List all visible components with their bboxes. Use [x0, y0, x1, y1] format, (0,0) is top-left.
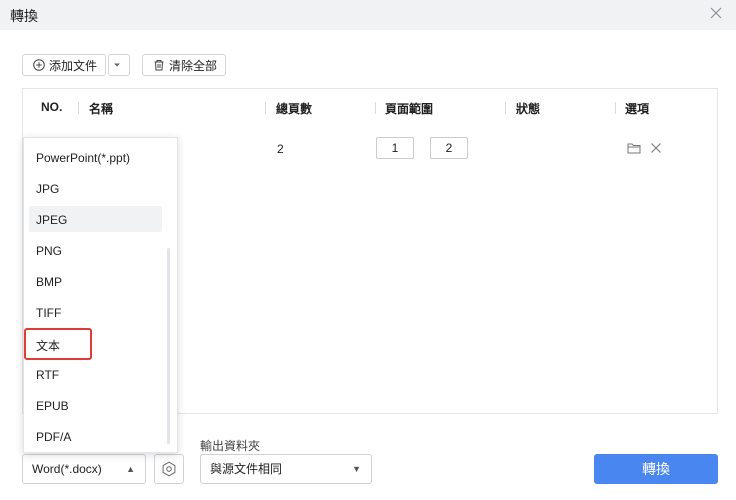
folder-icon[interactable] — [627, 142, 641, 154]
convert-button[interactable]: 轉換 — [594, 454, 718, 484]
convert-dialog: 轉換 添加文件 清除全部 NO. 名稱 總頁數 頁面範圍 狀態 選項 2 1 2… — [0, 0, 736, 500]
header-separator — [78, 102, 79, 114]
header-separator — [505, 102, 506, 114]
format-select[interactable]: Word(*.docx) ▲ — [22, 454, 146, 484]
output-folder-label: 輸出資料夾 — [200, 439, 261, 453]
format-option[interactable]: TIFF — [36, 306, 61, 320]
format-option[interactable]: PowerPoint(*.ppt) — [36, 151, 130, 165]
output-folder-select[interactable]: 與源文件相同 ▼ — [200, 454, 372, 484]
format-option[interactable]: 文本 — [36, 337, 60, 354]
add-circle-icon — [33, 59, 45, 71]
caret-up-icon: ▲ — [126, 464, 135, 474]
clear-all-label: 清除全部 — [169, 58, 218, 73]
output-folder-value: 與源文件相同 — [210, 462, 283, 476]
header-no: NO. — [41, 100, 63, 114]
format-settings-button[interactable] — [154, 454, 184, 484]
header-total-pages: 總頁數 — [276, 102, 313, 116]
gear-icon — [162, 461, 176, 477]
header-separator — [375, 102, 376, 114]
header-page-range: 頁面範圍 — [385, 102, 434, 116]
caret-down-icon — [114, 63, 120, 67]
format-option[interactable]: JPG — [36, 182, 59, 196]
trash-icon — [154, 60, 164, 71]
header-name: 名稱 — [89, 102, 114, 116]
header-options: 選項 — [625, 102, 650, 116]
close-icon[interactable] — [706, 3, 726, 23]
format-option[interactable]: PDF/A — [36, 430, 71, 444]
header-separator — [265, 102, 266, 114]
add-file-dropdown-button[interactable] — [108, 54, 130, 76]
remove-icon[interactable] — [650, 142, 662, 154]
dropdown-scrollbar[interactable] — [167, 248, 170, 444]
format-option[interactable]: BMP — [36, 275, 62, 289]
row-total-pages: 2 — [277, 142, 284, 156]
header-separator — [615, 102, 616, 114]
format-dropdown: PowerPoint(*.ppt) JPG JPEG PNG BMP TIFF … — [23, 137, 178, 453]
format-select-value: Word(*.docx) — [32, 462, 102, 476]
format-option[interactable]: JPEG — [36, 213, 67, 227]
range-to-input[interactable]: 2 — [430, 137, 468, 159]
header-status: 狀態 — [516, 102, 541, 116]
format-option[interactable]: PNG — [36, 244, 62, 258]
range-from-input[interactable]: 1 — [376, 137, 414, 159]
caret-down-icon: ▼ — [352, 464, 361, 474]
add-file-button[interactable]: 添加文件 — [22, 54, 106, 76]
format-option[interactable]: EPUB — [36, 399, 69, 413]
title-bar: 轉換 — [0, 0, 736, 30]
format-option[interactable]: RTF — [36, 368, 59, 382]
clear-all-button[interactable]: 清除全部 — [142, 54, 226, 76]
add-file-label: 添加文件 — [49, 58, 98, 73]
window-title: 轉換 — [10, 8, 38, 24]
